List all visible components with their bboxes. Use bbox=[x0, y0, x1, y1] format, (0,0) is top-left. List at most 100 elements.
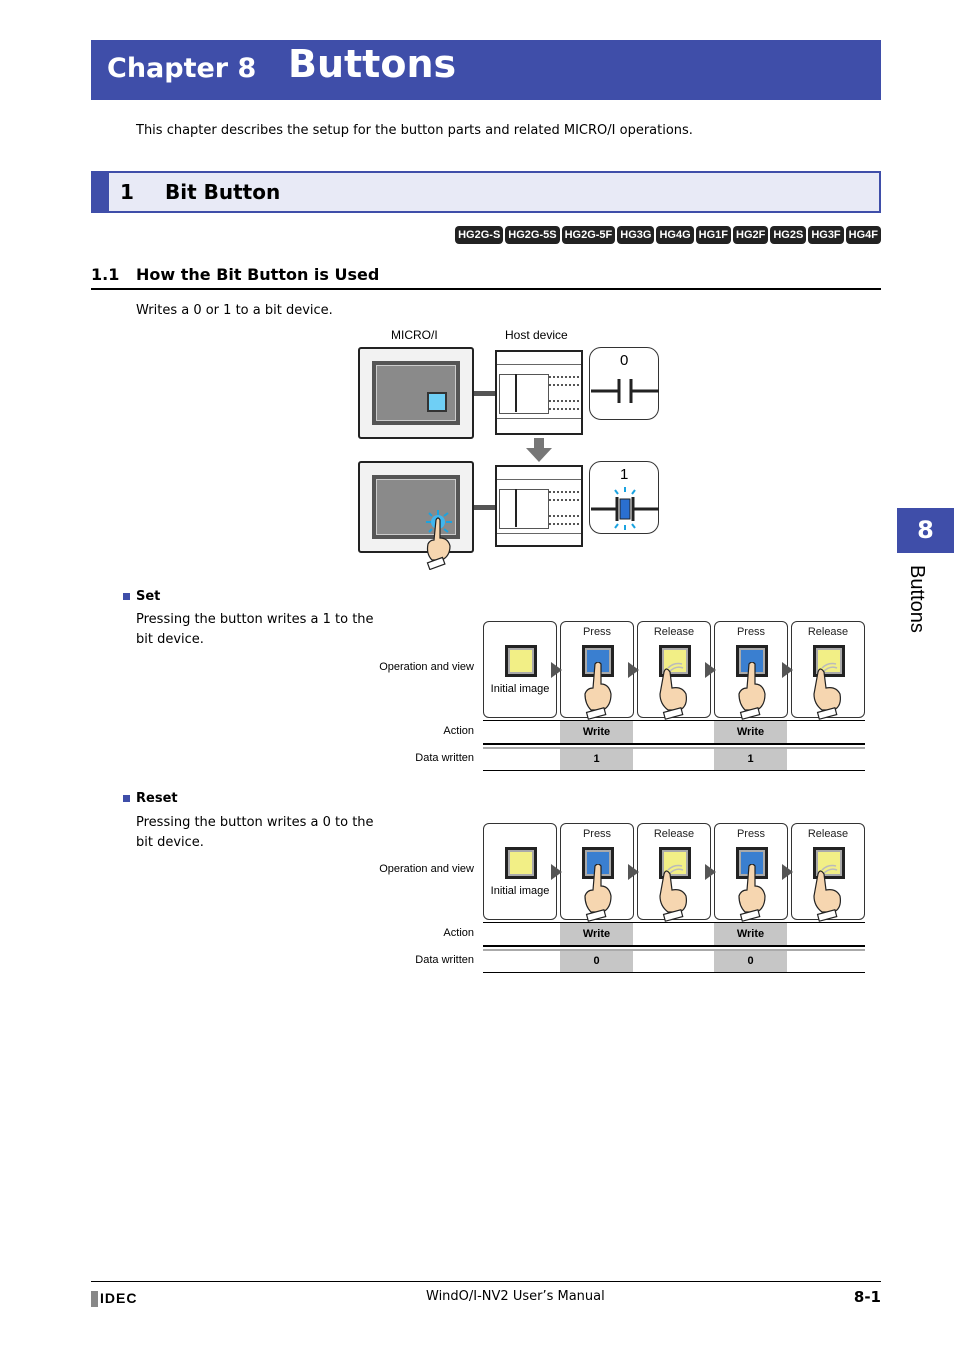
data-cell: 1 bbox=[560, 748, 633, 770]
table-divider bbox=[483, 949, 865, 951]
yellow-button-icon bbox=[505, 847, 537, 879]
step-card: Press bbox=[560, 823, 634, 922]
subsection-description: Writes a 0 or 1 to a bit device. bbox=[136, 303, 333, 318]
step-card: Initial image bbox=[483, 823, 557, 920]
step-title: Press bbox=[582, 626, 612, 638]
step-arrow-icon bbox=[705, 864, 716, 880]
row-label-operation: Operation and view bbox=[379, 863, 474, 875]
section-number: 1 bbox=[120, 180, 134, 204]
model-badge: HG4F bbox=[845, 226, 881, 244]
table-divider bbox=[483, 743, 865, 745]
yellow-button-icon bbox=[505, 645, 537, 677]
reset-heading-text: Reset bbox=[136, 791, 178, 806]
set-description: Pressing the button writes a 1 to the bi… bbox=[136, 612, 374, 647]
step-arrow-icon bbox=[551, 662, 562, 678]
action-cell: Write bbox=[560, 923, 633, 945]
step-title: Release bbox=[807, 828, 849, 840]
chapter-side-tab[interactable]: 8 bbox=[897, 508, 954, 553]
model-badge: HG2S bbox=[770, 226, 807, 244]
row-label-action: Action bbox=[443, 725, 474, 737]
chapter-label: Chapter 8 bbox=[107, 53, 257, 84]
chapter-intro: This chapter describes the setup for the… bbox=[136, 123, 693, 138]
step-card: Initial image bbox=[483, 621, 557, 718]
step-title: Release bbox=[653, 828, 695, 840]
table-divider bbox=[483, 922, 865, 923]
step-caption: Initial image bbox=[490, 683, 550, 695]
step-title: Press bbox=[736, 828, 766, 840]
table-divider bbox=[483, 972, 865, 973]
model-badge: HG2F bbox=[733, 226, 769, 244]
step-caption: Initial image bbox=[490, 885, 550, 897]
set-sequence-diagram: Operation and view Action Data written Init… bbox=[379, 621, 870, 776]
step-card: Release bbox=[637, 823, 711, 922]
logo-text: IDEC bbox=[100, 1290, 138, 1306]
step-arrow-icon bbox=[782, 864, 793, 880]
model-badge: HG3G bbox=[617, 226, 655, 244]
press-hand-icon bbox=[581, 863, 615, 922]
subsection-number: 1.1 bbox=[91, 265, 120, 284]
press-hand-icon bbox=[581, 661, 615, 720]
bullet-icon bbox=[123, 795, 130, 802]
step-arrow-icon bbox=[705, 662, 716, 678]
row-label-action: Action bbox=[443, 927, 474, 939]
chapter-side-label: Buttons bbox=[906, 565, 928, 633]
table-divider bbox=[483, 720, 865, 721]
release-hand-icon bbox=[812, 864, 846, 922]
step-card: Press bbox=[714, 823, 788, 922]
host-label: Host device bbox=[505, 328, 568, 342]
row-label-data: Data written bbox=[415, 954, 474, 966]
contact-closed-icon bbox=[591, 487, 659, 530]
step-arrow-icon bbox=[551, 864, 562, 880]
step-title: Press bbox=[582, 828, 612, 840]
press-hand-icon bbox=[735, 661, 769, 720]
data-cell: 0 bbox=[560, 950, 633, 972]
reset-sequence-diagram: Operation and view Action Data written Init… bbox=[379, 823, 870, 978]
bullet-icon bbox=[123, 593, 130, 600]
row-label-operation: Operation and view bbox=[379, 661, 474, 673]
action-cell: Write bbox=[560, 721, 633, 743]
manual-title: WindO/I-NV2 User’s Manual bbox=[426, 1289, 605, 1304]
table-divider bbox=[483, 747, 865, 749]
reset-heading: Reset bbox=[123, 791, 178, 806]
subsection-heading: 1.1 How the Bit Button is Used bbox=[91, 265, 881, 290]
section-title: Bit Button bbox=[165, 180, 281, 204]
model-badge: HG1F bbox=[695, 226, 731, 244]
table-divider bbox=[483, 770, 865, 771]
step-card: Press bbox=[714, 621, 788, 720]
table-divider bbox=[483, 945, 865, 947]
model-badge: HG2G-S bbox=[455, 226, 504, 244]
step-title: Press bbox=[736, 626, 766, 638]
footer-divider bbox=[91, 1281, 881, 1282]
step-title: Release bbox=[653, 626, 695, 638]
page-number: 8-1 bbox=[853, 1288, 881, 1306]
release-hand-icon bbox=[812, 662, 846, 720]
step-card: Release bbox=[791, 823, 865, 922]
reset-description: Pressing the button writes a 0 to the bi… bbox=[136, 815, 374, 850]
model-badge: HG2G-5S bbox=[505, 226, 560, 244]
data-cell: 0 bbox=[714, 950, 787, 972]
release-hand-icon bbox=[658, 864, 692, 922]
idec-logo: IDEC bbox=[91, 1290, 138, 1308]
step-title: Release bbox=[807, 626, 849, 638]
model-badge: HG3F bbox=[808, 226, 844, 244]
action-cell: Write bbox=[714, 923, 787, 945]
micro-label: MICRO/I bbox=[391, 328, 438, 342]
press-hand-icon bbox=[735, 863, 769, 922]
step-card: Release bbox=[791, 621, 865, 720]
step-card: Release bbox=[637, 621, 711, 720]
chapter-title: Buttons bbox=[288, 42, 457, 86]
down-arrow-icon bbox=[526, 438, 552, 462]
step-arrow-icon bbox=[628, 864, 639, 880]
step-card: Press bbox=[560, 621, 634, 720]
row-label-data: Data written bbox=[415, 752, 474, 764]
bit-status-bubble-before: 0 bbox=[589, 347, 659, 420]
cable bbox=[474, 505, 496, 510]
data-cell: 1 bbox=[714, 748, 787, 770]
screen-button-icon bbox=[427, 392, 447, 412]
hmi-device-before bbox=[358, 347, 474, 439]
touch-hand-icon bbox=[426, 510, 452, 570]
section-accent bbox=[91, 171, 109, 213]
plc-before bbox=[495, 350, 583, 435]
plc-after bbox=[495, 465, 583, 547]
subsection-title: How the Bit Button is Used bbox=[136, 265, 380, 284]
